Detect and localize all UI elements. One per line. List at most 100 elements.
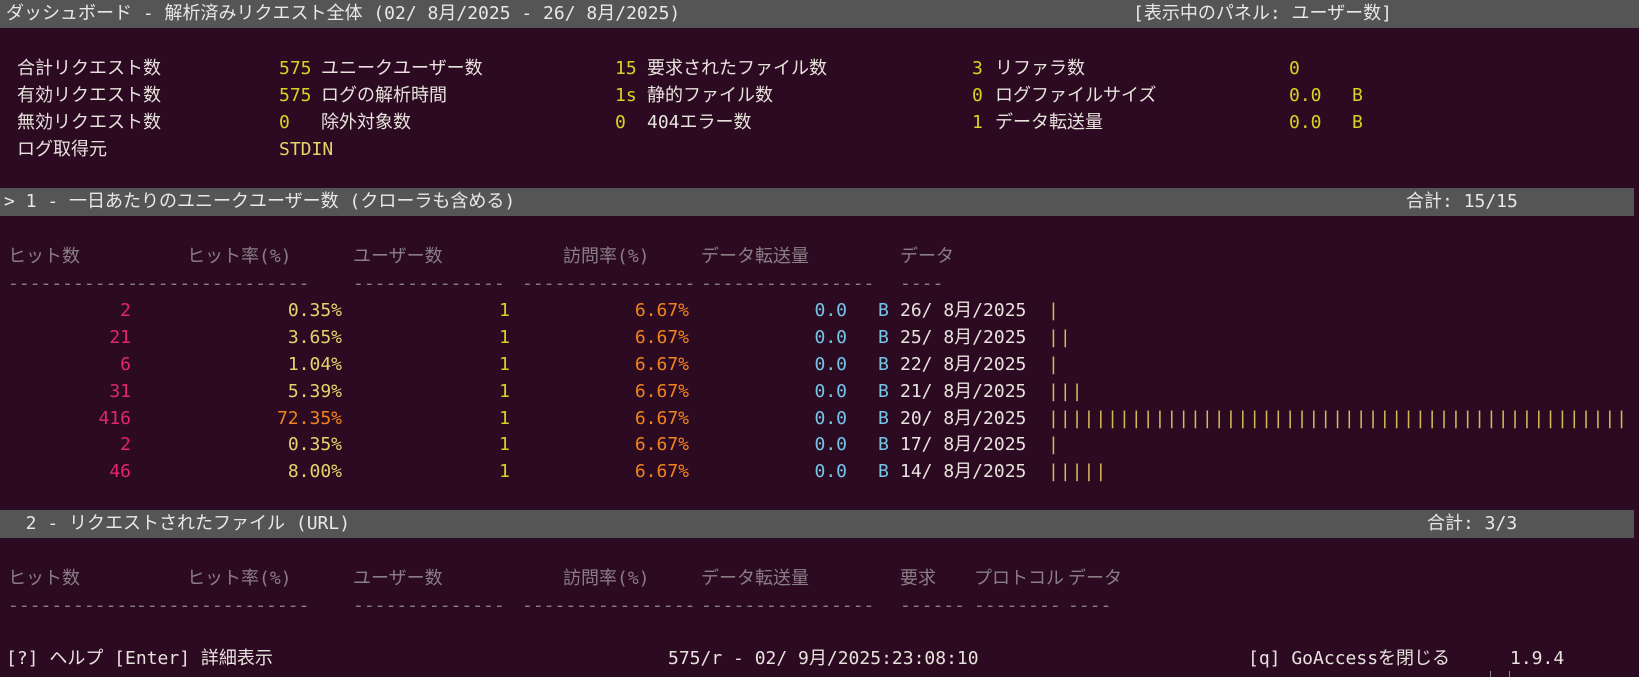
col-divider: ------------ <box>8 273 139 294</box>
row-hits: 31 <box>109 381 131 402</box>
col-header-visit-percent: 訪問率(%) <box>563 246 650 267</box>
panel-visitors-title: > 1 - 一日あたりのユニークユーザー数 (クローラも含める) <box>4 191 516 212</box>
row-hit-percent: 1.04% <box>287 354 342 375</box>
col-header-bandwidth: データ転送量 <box>701 568 809 589</box>
col-header-visit-percent: 訪問率(%) <box>563 568 650 589</box>
row-visit-percent: 6.67% <box>634 327 689 348</box>
row-date: 26/ 8月/2025 <box>900 300 1027 321</box>
row-graph-bar: | <box>1048 434 1060 455</box>
panel-requests-header[interactable]: 2 - リクエストされたファイル (URL) 合計: 3/3 <box>0 510 1634 538</box>
row-graph-bar: ||| <box>1048 381 1084 402</box>
row-graph-bar: || <box>1048 327 1072 348</box>
stat-label-valid-requests: 有効リクエスト数 <box>17 85 161 106</box>
row-bandwidth-unit: B <box>878 461 889 482</box>
col-header-hit-percent: ヒット率(%) <box>187 246 292 267</box>
row-graph-bar: | <box>1048 300 1060 321</box>
row-visitors: 1 <box>499 434 510 455</box>
row-bandwidth-unit: B <box>878 327 889 348</box>
col-divider: ------------ <box>8 595 139 616</box>
row-visitors: 1 <box>499 327 510 348</box>
col-divider: ------ <box>900 595 966 616</box>
panel-visitors-header[interactable]: > 1 - 一日あたりのユニークユーザー数 (クローラも含める) 合計: 15/… <box>0 188 1634 216</box>
stat-label-failed-requests: 無効リクエスト数 <box>17 112 161 133</box>
stat-value-log-source: STDIN <box>279 139 334 160</box>
stat-label-total-requests: 合計リクエスト数 <box>17 58 161 79</box>
row-visitors: 1 <box>499 408 510 429</box>
row-graph-bar: ||||||||||||||||||||||||||||||||||||||||… <box>1048 408 1631 429</box>
stat-value-failed-requests: 0 <box>279 112 290 133</box>
row-date: 25/ 8月/2025 <box>900 327 1027 348</box>
col-divider: ---------------- <box>701 273 875 294</box>
row-hits: 21 <box>109 327 131 348</box>
stat-value-referrers: 0 <box>1289 58 1300 79</box>
col-header-hit-percent: ヒット率(%) <box>187 568 292 589</box>
row-visit-percent: 6.67% <box>634 461 689 482</box>
col-header-bandwidth: データ転送量 <box>701 246 809 267</box>
row-date: 21/ 8月/2025 <box>900 381 1027 402</box>
stat-label-log-source: ログ取得元 <box>17 139 107 160</box>
col-divider: ---------------- <box>522 595 696 616</box>
col-header-hits: ヒット数 <box>8 568 80 589</box>
stat-label-unique-visitors: ユニークユーザー数 <box>321 58 483 79</box>
col-header-data: データ <box>1068 568 1122 589</box>
row-hit-percent: 8.00% <box>287 461 342 482</box>
version-label: 1.9.4 <box>1510 648 1565 669</box>
row-date: 17/ 8月/2025 <box>900 434 1027 455</box>
row-hit-percent: 0.35% <box>287 300 342 321</box>
row-visitors: 1 <box>499 381 510 402</box>
stat-unit-bandwidth: B <box>1352 112 1363 133</box>
row-visit-percent: 6.67% <box>634 434 689 455</box>
stat-value-requested-files: 3 <box>972 58 983 79</box>
row-bandwidth: 0.0 <box>814 434 847 455</box>
row-bandwidth-unit: B <box>878 434 889 455</box>
stat-label-excluded: 除外対象数 <box>321 112 411 133</box>
row-hits: 416 <box>98 408 131 429</box>
stat-value-processing-time: 1s <box>615 85 637 106</box>
help-hint[interactable]: [?] ヘルプ [Enter] 詳細表示 <box>6 645 273 673</box>
col-header-visitors: ユーザー数 <box>353 246 443 267</box>
col-header-data: データ <box>900 246 954 267</box>
row-hit-percent: 72.35% <box>276 408 342 429</box>
row-visit-percent: 6.67% <box>634 408 689 429</box>
quit-hint[interactable]: [q] GoAccessを閉じる <box>1248 645 1450 673</box>
row-visitors: 1 <box>499 300 510 321</box>
col-divider: ---------------- <box>701 595 875 616</box>
col-header-method: 要求 <box>900 568 936 589</box>
col-divider: ---------------- <box>136 595 310 616</box>
row-bandwidth: 0.0 <box>814 354 847 375</box>
row-visit-percent: 6.67% <box>634 300 689 321</box>
dashboard-title: ダッシュボード - 解析済みリクエスト全体 (02/ 8月/2025 - 26/… <box>6 3 681 24</box>
stat-value-not-found: 1 <box>972 112 983 133</box>
row-bandwidth: 0.0 <box>814 408 847 429</box>
col-header-visitors: ユーザー数 <box>353 568 443 589</box>
stat-value-static-files: 0 <box>972 85 983 106</box>
row-visitors: 1 <box>499 461 510 482</box>
col-divider: -------- <box>974 595 1061 616</box>
col-divider: ---- <box>1068 595 1112 616</box>
stat-value-log-size: 0.0 <box>1289 85 1322 106</box>
row-bandwidth: 0.0 <box>814 327 847 348</box>
row-bandwidth: 0.0 <box>814 381 847 402</box>
stat-label-bandwidth: データ転送量 <box>995 112 1103 133</box>
col-divider: -------------- <box>353 273 505 294</box>
row-hit-percent: 3.65% <box>287 327 342 348</box>
row-graph-bar: ||||| <box>1048 461 1108 482</box>
stat-label-static-files: 静的ファイル数 <box>647 85 773 106</box>
stat-label-referrers: リファラ数 <box>995 58 1085 79</box>
panel-visitors-total: 合計: 15/15 <box>1406 191 1518 212</box>
active-panel-indicator: [表示中のパネル: ユーザー数] <box>1133 3 1392 24</box>
stat-label-requested-files: 要求されたファイル数 <box>647 58 827 79</box>
row-bandwidth-unit: B <box>878 381 889 402</box>
col-header-protocol: プロトコル <box>974 568 1064 589</box>
dashboard-header-bar: ダッシュボード - 解析済みリクエスト全体 (02/ 8月/2025 - 26/… <box>0 0 1639 28</box>
row-visitors: 1 <box>499 354 510 375</box>
row-bandwidth: 0.0 <box>814 461 847 482</box>
scroll-handle[interactable] <box>1490 671 1510 677</box>
stat-value-unique-visitors: 15 <box>615 58 637 79</box>
row-date: 20/ 8月/2025 <box>900 408 1027 429</box>
stat-label-log-size: ログファイルサイズ <box>995 85 1157 106</box>
col-divider: ---- <box>900 273 944 294</box>
row-bandwidth: 0.0 <box>814 300 847 321</box>
stat-unit-log-size: B <box>1352 85 1363 106</box>
row-bandwidth-unit: B <box>878 300 889 321</box>
